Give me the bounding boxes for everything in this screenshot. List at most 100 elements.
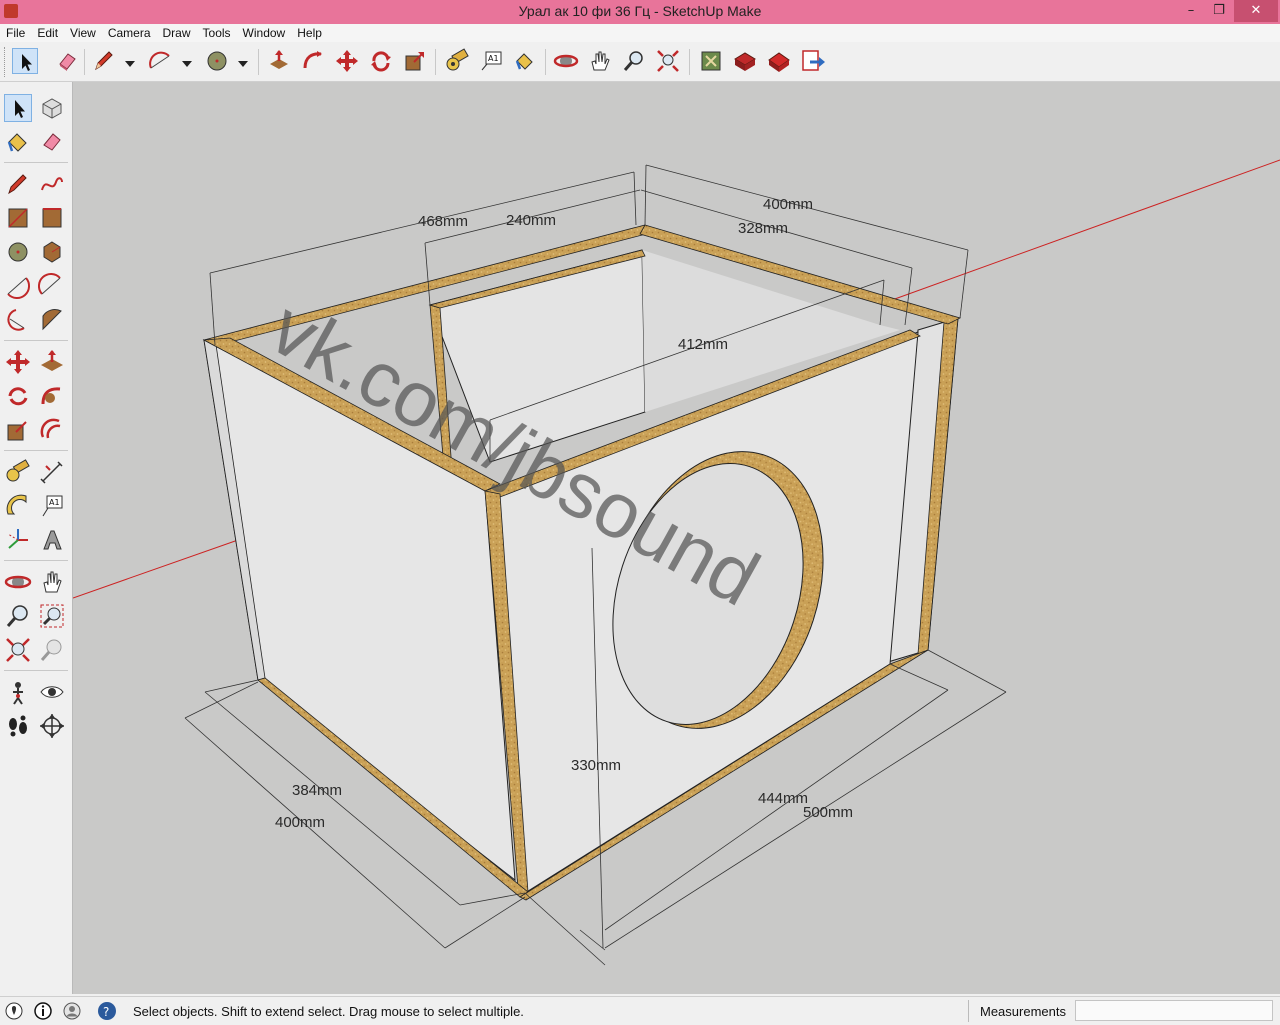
- pie-tool-icon[interactable]: [38, 306, 66, 334]
- menu-window[interactable]: Window: [237, 24, 292, 41]
- protractor-tool-icon[interactable]: [4, 492, 32, 520]
- zoom-tool-icon[interactable]: [621, 48, 647, 74]
- menu-help[interactable]: Help: [291, 24, 328, 41]
- tape-measure-tool-icon[interactable]: [4, 458, 32, 486]
- zoom-window-tool-icon[interactable]: [38, 602, 66, 630]
- pencil-dropdown-chevron-down-icon[interactable]: [125, 56, 135, 67]
- circle-tool-icon[interactable]: [4, 238, 32, 266]
- status-bar: ? Select objects. Shift to extend select…: [0, 996, 1280, 1025]
- orbit-tool-icon[interactable]: [4, 568, 32, 596]
- orbit-tool-icon[interactable]: [553, 48, 579, 74]
- zoom-extents-tool-icon[interactable]: [4, 636, 32, 664]
- freehand-tool-icon[interactable]: [38, 170, 66, 198]
- sidebar-separator: [4, 340, 68, 341]
- menu-tools[interactable]: Tools: [197, 24, 237, 41]
- follow-me-tool-icon[interactable]: [38, 382, 66, 410]
- svg-text:A1: A1: [488, 54, 499, 63]
- dim-label-outer-depth: 400mm: [763, 196, 813, 213]
- tape-measure-tool-icon[interactable]: [444, 48, 470, 74]
- geo-location-icon[interactable]: [4, 1001, 24, 1021]
- minimize-button[interactable]: –: [1176, 0, 1206, 22]
- rectangle-tool-icon[interactable]: [4, 204, 32, 232]
- pencil-tool-icon[interactable]: [91, 48, 117, 74]
- pan-hand-icon[interactable]: [587, 48, 613, 74]
- model-viewport[interactable]: 468mm 240mm 400mm 328mm 412mm 330mm 384m…: [73, 82, 1280, 994]
- zoom-extents-tool-icon[interactable]: [655, 48, 681, 74]
- push-pull-tool-icon[interactable]: [38, 348, 66, 376]
- paint-bucket-tool-icon[interactable]: [4, 128, 32, 156]
- arc-dropdown-chevron-down-icon[interactable]: [182, 56, 192, 67]
- text-tool-icon[interactable]: A1: [38, 492, 66, 520]
- window-title: Урал ак 10 фи 36 Гц - SketchUp Make: [518, 3, 762, 19]
- rotate-tool-icon[interactable]: [4, 382, 32, 410]
- follow-me-tool-icon[interactable]: [300, 48, 326, 74]
- credits-info-icon[interactable]: [33, 1001, 53, 1021]
- select-tool-icon[interactable]: [4, 94, 32, 122]
- 3d-warehouse-icon[interactable]: [698, 48, 724, 74]
- dim-label-width-top: 468mm: [418, 213, 468, 230]
- user-account-icon[interactable]: [62, 1001, 82, 1021]
- menu-edit[interactable]: Edit: [31, 24, 64, 41]
- title-bar: Урал ак 10 фи 36 Гц - SketchUp Make – ❐ …: [0, 0, 1280, 24]
- push-pull-tool-icon[interactable]: [266, 48, 292, 74]
- measurements-input[interactable]: [1075, 1000, 1273, 1021]
- move-tool-icon[interactable]: [334, 48, 360, 74]
- status-message: Select objects. Shift to extend select. …: [133, 1004, 524, 1019]
- zoom-tool-icon[interactable]: [4, 602, 32, 630]
- text-tool-icon[interactable]: A1: [478, 48, 504, 74]
- toolbar-grip[interactable]: [4, 47, 8, 77]
- axes-tool-icon[interactable]: [4, 526, 32, 554]
- scale-tool-icon[interactable]: [4, 416, 32, 444]
- arc-tool-icon[interactable]: [147, 48, 173, 74]
- menu-view[interactable]: View: [64, 24, 102, 41]
- dimension-tool-icon[interactable]: [38, 458, 66, 486]
- toolbar-separator: [689, 49, 690, 75]
- eraser-tool-icon[interactable]: [38, 128, 66, 156]
- main-toolbar: A1: [0, 43, 1280, 82]
- section-plane-icon[interactable]: [38, 712, 66, 740]
- walk-footprints-icon[interactable]: [4, 712, 32, 740]
- eraser-tool-icon[interactable]: [54, 48, 80, 74]
- polygon-tool-icon[interactable]: [38, 238, 66, 266]
- circle-tool-icon[interactable]: [204, 48, 230, 74]
- select-tool-icon[interactable]: [12, 48, 38, 74]
- paint-bucket-tool-icon[interactable]: [512, 48, 538, 74]
- red-axis-line: [73, 539, 239, 599]
- pencil-tool-icon[interactable]: [4, 170, 32, 198]
- move-tool-icon[interactable]: [4, 348, 32, 376]
- arc-tool-icon[interactable]: [4, 272, 32, 300]
- instructor-help-icon[interactable]: ?: [97, 1001, 117, 1021]
- three-point-arc-tool-icon[interactable]: [4, 306, 32, 334]
- circle-dropdown-chevron-down-icon[interactable]: [238, 56, 248, 67]
- send-to-layout-icon[interactable]: [800, 48, 826, 74]
- menu-file[interactable]: File: [0, 24, 31, 41]
- layout-icon[interactable]: [766, 48, 792, 74]
- two-point-arc-tool-icon[interactable]: [38, 272, 66, 300]
- previous-view-icon[interactable]: [38, 636, 66, 664]
- close-button[interactable]: ✕: [1234, 0, 1278, 22]
- look-around-eye-icon[interactable]: [38, 678, 66, 706]
- pan-hand-icon[interactable]: [38, 568, 66, 596]
- dim-label-inner-side: 384mm: [292, 782, 342, 799]
- dim-label-outer-front: 500mm: [803, 804, 853, 821]
- rotated-rectangle-tool-icon[interactable]: [38, 204, 66, 232]
- make-component-icon[interactable]: [38, 94, 66, 122]
- large-tool-set: A1: [0, 82, 73, 994]
- dim-label-inner-width: 412mm: [678, 336, 728, 353]
- toolbar-separator: [545, 49, 546, 75]
- sidebar-separator: [4, 450, 68, 451]
- menu-draw[interactable]: Draw: [157, 24, 197, 41]
- restore-button[interactable]: ❐: [1204, 0, 1234, 22]
- svg-text:A1: A1: [49, 498, 60, 507]
- svg-text:?: ?: [103, 1005, 109, 1019]
- menu-camera[interactable]: Camera: [102, 24, 157, 41]
- position-camera-icon[interactable]: [4, 678, 32, 706]
- dim-label-inner-depth: 328mm: [738, 220, 788, 237]
- rotate-tool-icon[interactable]: [368, 48, 394, 74]
- sidebar-separator: [4, 670, 68, 671]
- offset-tool-icon[interactable]: [38, 416, 66, 444]
- scale-tool-icon[interactable]: [402, 48, 428, 74]
- extension-warehouse-icon[interactable]: [732, 48, 758, 74]
- 3d-text-tool-icon[interactable]: [38, 526, 66, 554]
- model-drawing: 468mm 240mm 400mm 328mm 412mm 330mm 384m…: [73, 159, 1280, 966]
